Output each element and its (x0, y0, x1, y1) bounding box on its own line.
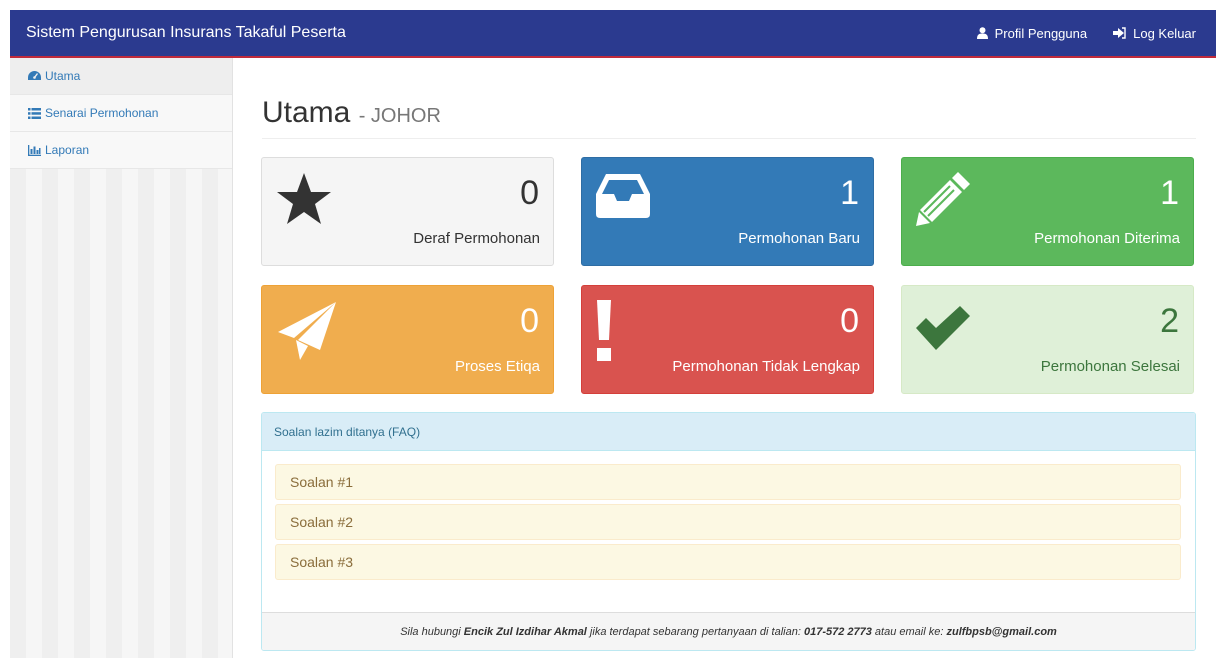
footer-middle: jika terdapat sebarang pertanyaan di tal… (586, 625, 804, 638)
user-icon (976, 27, 988, 39)
profile-link[interactable]: Profil Pengguna (976, 25, 1088, 41)
footer-email-prefix: atau email ke: (871, 625, 947, 638)
faq-item-2[interactable]: Soalan #2 (275, 504, 1181, 540)
sidebar-item-utama[interactable]: Utama (10, 58, 232, 95)
paper-plane-icon (274, 298, 338, 367)
logout-label: Log Keluar (1133, 25, 1196, 41)
card-count: 0 (520, 174, 539, 212)
footer-prefix: Sila hubungi (400, 625, 464, 638)
sidebar-item-label: Laporan (45, 143, 90, 157)
faq-panel: Soalan lazim ditanya (FAQ) Soalan #1 Soa… (261, 412, 1196, 651)
card-label: Deraf Permohonan (413, 230, 540, 247)
card-deraf-permohonan[interactable]: 0 Deraf Permohonan (261, 157, 554, 266)
card-permohonan-tidak-lengkap[interactable]: 0 Permohonan Tidak Lengkap (581, 285, 874, 394)
pencil-icon (914, 170, 972, 233)
exclamation-icon (594, 298, 614, 369)
card-count: 1 (1160, 174, 1179, 212)
bar-chart-icon (28, 144, 41, 156)
faq-footer: Sila hubungi Encik Zul Izdihar Akmal jik… (262, 612, 1195, 650)
top-navbar: Sistem Pengurusan Insurans Takaful Peser… (10, 10, 1216, 58)
page-title: Utama - JOHOR (262, 96, 1196, 139)
inbox-icon (594, 170, 652, 225)
page-subtitle: - JOHOR (358, 105, 441, 127)
contact-phone: 017-572 2773 (803, 625, 872, 638)
faq-item-1[interactable]: Soalan #1 (275, 464, 1181, 500)
card-permohonan-diterima[interactable]: 1 Permohonan Diterima (901, 157, 1194, 266)
page-title-text: Utama (262, 96, 351, 129)
contact-email[interactable]: zulfbpsb@gmail.com (946, 626, 1056, 638)
card-label: Permohonan Selesai (1040, 358, 1180, 375)
card-label: Permohonan Tidak Lengkap (672, 358, 860, 375)
app-brand[interactable]: Sistem Pengurusan Insurans Takaful Peser… (26, 24, 977, 42)
sidebar-item-label: Senarai Permohonan (45, 106, 159, 120)
card-count: 1 (840, 174, 859, 212)
card-count: 2 (1160, 302, 1179, 340)
logout-icon (1113, 27, 1126, 39)
contact-name: Encik Zul Izdihar Akmal (463, 625, 587, 638)
card-count: 0 (840, 302, 859, 340)
sidebar: Utama Senarai Permohonan Laporan (10, 58, 233, 658)
star-icon (274, 170, 334, 235)
sidebar-item-senarai-permohonan[interactable]: Senarai Permohonan (10, 95, 232, 132)
check-icon (914, 306, 972, 357)
card-label: Proses Etiqa (454, 358, 540, 375)
list-icon (28, 107, 41, 119)
sidebar-item-label: Utama (45, 69, 81, 83)
card-permohonan-baru[interactable]: 1 Permohonan Baru (581, 157, 874, 266)
faq-item-3[interactable]: Soalan #3 (275, 544, 1181, 580)
card-proses-etiqa[interactable]: 0 Proses Etiqa (261, 285, 554, 394)
card-label: Permohonan Diterima (1034, 230, 1180, 247)
faq-heading: Soalan lazim ditanya (FAQ) (262, 413, 1195, 451)
logout-link[interactable]: Log Keluar (1113, 26, 1196, 41)
sidebar-item-laporan[interactable]: Laporan (10, 132, 232, 169)
card-permohonan-selesai[interactable]: 2 Permohonan Selesai (901, 285, 1194, 394)
dashboard-icon (28, 70, 41, 82)
card-label: Permohonan Baru (738, 230, 860, 247)
card-count: 0 (520, 302, 539, 340)
profile-label: Profil Pengguna (994, 25, 1088, 41)
